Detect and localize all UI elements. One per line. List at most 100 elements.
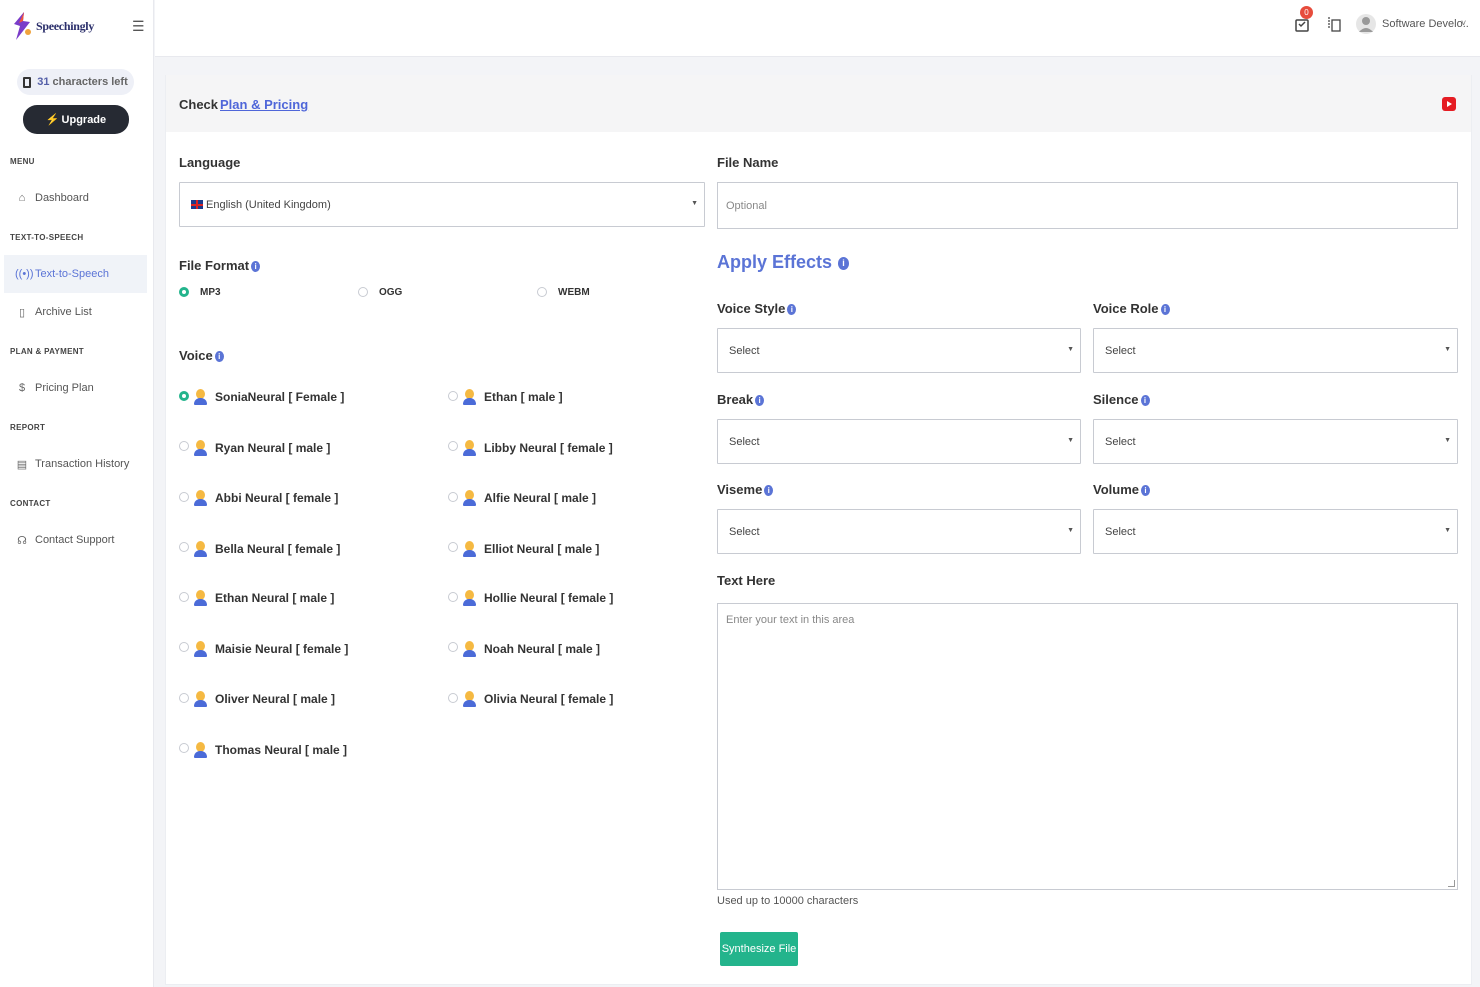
voice-label-item[interactable]: Noah Neural [ male ] — [484, 642, 600, 656]
voice-radio[interactable] — [448, 492, 458, 502]
lightning-icon: ⚡ — [45, 114, 60, 126]
sidebar-item-dashboard[interactable]: ⌂ Dashboard — [4, 179, 147, 217]
check-label: Check — [179, 97, 219, 112]
chevron-down-icon[interactable]: ˅ — [1461, 18, 1466, 28]
voice-radio[interactable] — [179, 693, 189, 703]
sidebar-item-label: Dashboard — [35, 192, 89, 204]
voice-label-item[interactable]: Maisie Neural [ female ] — [215, 642, 348, 656]
voice-label-item[interactable]: Hollie Neural [ female ] — [484, 591, 613, 605]
caret-down-icon: ▼ — [1444, 526, 1451, 534]
info-icon[interactable]: i — [251, 261, 261, 273]
file-icon: ▯ — [18, 306, 26, 319]
voice-radio[interactable] — [179, 391, 189, 401]
voice-radio[interactable] — [448, 642, 458, 652]
voice-label-item[interactable]: Abbi Neural [ female ] — [215, 491, 338, 505]
voice-style-label: Voice Style i — [717, 301, 797, 316]
dollar-icon: $ — [18, 382, 26, 394]
volume-select[interactable]: Select ▼ — [1093, 509, 1458, 554]
report-heading: REPORT — [10, 423, 46, 432]
sidebar-item-label: Contact Support — [35, 534, 115, 546]
viseme-text: Viseme — [717, 482, 763, 497]
file-name-placeholder: Optional — [726, 199, 767, 212]
break-select[interactable]: Select ▼ — [717, 419, 1081, 464]
voice-radio[interactable] — [448, 391, 458, 401]
sidebar-item-pricing-plan[interactable]: $ Pricing Plan — [4, 369, 147, 407]
notification-badge: 0 — [1300, 6, 1313, 19]
language-select[interactable]: English (United Kingdom) ▼ — [179, 182, 705, 227]
voice-label-item[interactable]: Bella Neural [ female ] — [215, 542, 340, 556]
format-radio-mp3[interactable] — [179, 287, 189, 297]
apply-effects-text: Apply Effects — [717, 252, 833, 272]
voice-avatar-icon — [194, 440, 207, 456]
brand[interactable]: Speechingly — [10, 10, 94, 42]
viseme-select[interactable]: Select ▼ — [717, 509, 1081, 554]
voice-avatar-icon — [463, 590, 476, 606]
voice-label-item[interactable]: Elliot Neural [ male ] — [484, 542, 599, 556]
format-radio-ogg[interactable] — [358, 287, 368, 297]
voice-avatar-icon — [194, 691, 207, 707]
voice-role-select[interactable]: Select ▼ — [1093, 328, 1458, 373]
resize-handle-icon[interactable] — [1448, 880, 1455, 887]
voice-avatar-icon — [463, 541, 476, 557]
info-icon[interactable]: i — [787, 304, 797, 316]
format-radio-webm[interactable] — [537, 287, 547, 297]
voice-label-item[interactable]: Libby Neural [ female ] — [484, 441, 613, 455]
break-text: Break — [717, 392, 754, 407]
voice-avatar-icon — [463, 490, 476, 506]
contact-heading: CONTACT — [10, 499, 51, 508]
voice-radio[interactable] — [179, 441, 189, 451]
format-label-ogg: OGG — [379, 287, 403, 298]
voice-radio[interactable] — [448, 592, 458, 602]
voice-radio[interactable] — [179, 642, 189, 652]
file-name-input[interactable]: Optional — [717, 182, 1458, 229]
voice-avatar-icon — [194, 641, 207, 657]
upgrade-button[interactable]: ⚡ Upgrade — [23, 105, 129, 134]
voice-label-item[interactable]: Thomas Neural [ male ] — [215, 743, 347, 757]
silence-select[interactable]: Select ▼ — [1093, 419, 1458, 464]
info-icon[interactable]: i — [1140, 395, 1150, 407]
sidebar-item-transaction-history[interactable]: ▤ Transaction History — [4, 445, 147, 483]
device-switch-icon[interactable] — [1327, 16, 1341, 35]
youtube-icon[interactable] — [1442, 97, 1456, 111]
user-name[interactable]: Software Develo.. — [1382, 18, 1469, 30]
voice-label-item[interactable]: Ryan Neural [ male ] — [215, 441, 330, 455]
voice-radio[interactable] — [448, 441, 458, 451]
info-icon[interactable]: i — [755, 395, 765, 407]
format-label-mp3: MP3 — [200, 287, 221, 298]
language-value: English (United Kingdom) — [206, 198, 331, 211]
silence-text: Silence — [1093, 392, 1139, 407]
text-input-area[interactable]: Enter your text in this area — [717, 603, 1458, 890]
voice-radio[interactable] — [448, 542, 458, 552]
info-icon[interactable]: i — [1141, 485, 1150, 497]
voice-avatar-icon — [194, 490, 207, 506]
voice-radio[interactable] — [179, 492, 189, 502]
apply-effects-heading: Apply Effects i — [717, 252, 850, 273]
sidebar-item-text-to-speech[interactable]: ((•)) Text-to-Speech — [4, 255, 147, 293]
voice-radio[interactable] — [179, 743, 189, 753]
info-icon[interactable]: i — [764, 485, 774, 497]
info-icon[interactable]: i — [838, 256, 850, 270]
silence-label: Silence i — [1093, 392, 1150, 407]
sidebar-item-contact-support[interactable]: ☊ Contact Support — [4, 521, 147, 559]
caret-down-icon: ▼ — [1067, 526, 1074, 534]
voice-label-item[interactable]: Ethan [ male ] — [484, 390, 563, 404]
voice-text: Voice — [179, 348, 213, 363]
info-icon[interactable]: i — [214, 351, 224, 363]
plan-pricing-link[interactable]: Plan & Pricing — [220, 97, 308, 112]
sidebar-item-archive-list[interactable]: ▯ Archive List — [4, 293, 147, 331]
voice-label-item[interactable]: Ethan Neural [ male ] — [215, 591, 334, 605]
voice-label-item[interactable]: Alfie Neural [ male ] — [484, 491, 596, 505]
synthesize-file-button[interactable]: Synthesize File — [720, 932, 798, 966]
uk-flag-icon — [191, 200, 203, 209]
voice-style-select[interactable]: Select ▼ — [717, 328, 1081, 373]
voice-radio[interactable] — [179, 542, 189, 552]
info-icon[interactable]: i — [1160, 304, 1170, 316]
voice-label-item[interactable]: Oliver Neural [ male ] — [215, 692, 335, 706]
voice-label-item[interactable]: SoniaNeural [ Female ] — [215, 390, 344, 404]
voice-label-item[interactable]: Olivia Neural [ female ] — [484, 692, 613, 706]
user-avatar[interactable] — [1356, 12, 1376, 36]
voice-radio[interactable] — [179, 592, 189, 602]
voice-radio[interactable] — [448, 693, 458, 703]
caret-down-icon: ▼ — [1067, 436, 1074, 444]
menu-toggle-icon[interactable]: ☰ — [132, 18, 145, 35]
